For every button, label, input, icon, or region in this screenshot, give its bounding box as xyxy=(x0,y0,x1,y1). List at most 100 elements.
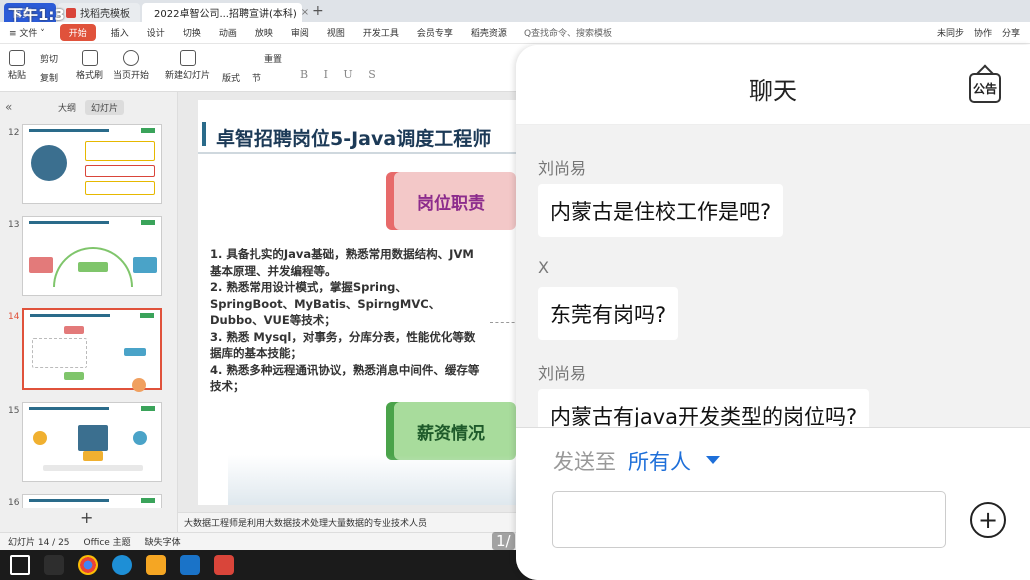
new-slide-label: 新建幻灯片 xyxy=(165,71,211,81)
job-requirements: 1. 具备扎实的Java基础，熟悉常用数据结构、JVM基本原理、并发编程等。 2… xyxy=(210,246,485,395)
docer-icon xyxy=(66,7,76,18)
tab-document-label: 2022卓智公司...招聘宣讲(本科) xyxy=(154,9,297,20)
dropdown-caret-icon[interactable] xyxy=(706,456,720,464)
requirement-item: 3. 熟悉 Mysql，对事务，分库分表，性能优化等数据库的基本技能； xyxy=(210,329,476,361)
thumbnail-number: 12 xyxy=(8,128,20,138)
add-attachment-button[interactable]: + xyxy=(970,502,1006,538)
slide-thumbnail[interactable] xyxy=(22,494,162,508)
search-tool-icon[interactable] xyxy=(146,555,166,575)
collapse-icon[interactable]: « xyxy=(5,100,12,114)
title-bar: 下午1:3 首页 找稻壳模板 2022卓智公司...招聘宣讲(本科) × + xyxy=(0,0,1030,22)
menu-review[interactable]: 审阅 xyxy=(282,26,318,39)
task-view-icon[interactable] xyxy=(44,555,64,575)
slide-title: 卓智招聘岗位5-Java调度工程师 xyxy=(216,128,492,150)
thumbnail-number: 15 xyxy=(8,406,20,416)
wps-icon[interactable] xyxy=(214,555,234,575)
menu-member[interactable]: 会员专享 xyxy=(408,26,462,39)
paste-button[interactable]: 粘贴 xyxy=(8,50,26,81)
paste-icon xyxy=(9,50,25,66)
new-slide-icon xyxy=(179,50,196,66)
announcement-label: 公告 xyxy=(972,81,997,96)
menu-transition[interactable]: 切换 xyxy=(174,26,210,39)
menu-slideshow[interactable]: 放映 xyxy=(246,26,282,39)
meeting-app-icon[interactable] xyxy=(180,555,200,575)
menu-right-group: 未同步 协作 分享 xyxy=(937,26,1030,39)
font-style-buttons[interactable]: B I U S xyxy=(300,68,382,81)
tab-template[interactable]: 找稻壳模板 xyxy=(58,3,140,22)
chat-composer: 发送至 所有人 + xyxy=(516,427,1030,580)
layout-button[interactable]: 版式 xyxy=(222,71,240,84)
job-duty-badge: 岗位职责 xyxy=(386,172,516,230)
menu-file[interactable]: ≡ 文件 ˅ xyxy=(0,26,54,39)
chrome-icon[interactable] xyxy=(78,555,98,575)
message-sender: 刘尚易 xyxy=(538,159,587,178)
message-input[interactable] xyxy=(552,491,946,548)
brush-icon xyxy=(81,50,98,66)
menu-view[interactable]: 视图 xyxy=(318,26,354,39)
paste-label: 粘贴 xyxy=(8,71,27,81)
title-accent-bar xyxy=(202,122,206,146)
collaborate-button[interactable]: 协作 xyxy=(974,26,992,39)
copy-button[interactable]: 复制 xyxy=(40,71,58,84)
slide-counter: 幻灯片 14 / 25 xyxy=(8,538,70,548)
section-button[interactable]: 节 xyxy=(252,71,261,84)
slide-thumbnail[interactable] xyxy=(22,402,162,482)
chat-title: 聊天 xyxy=(749,77,797,105)
salary-label: 薪资情况 xyxy=(417,423,485,444)
salary-badge: 薪资情况 xyxy=(386,402,516,460)
menu-developer[interactable]: 开发工具 xyxy=(354,26,408,39)
tab-slides[interactable]: 幻灯片 xyxy=(85,100,125,115)
current-slide[interactable]: 卓智招聘岗位5-Java调度工程师 岗位职责 1. 具备扎实的Java基础，熟悉… xyxy=(198,100,538,505)
sync-status[interactable]: 未同步 xyxy=(937,26,964,39)
share-button[interactable]: 分享 xyxy=(1002,26,1020,39)
menu-start[interactable]: 开始 xyxy=(59,24,96,41)
menu-docer[interactable]: 稻壳资源 xyxy=(462,26,516,39)
city-skyline-background xyxy=(228,455,528,505)
chat-panel: 聊天 公告 刘尚易 内蒙古是住校工作是吧? X 东莞有岗吗? 刘尚易 内蒙古有j… xyxy=(516,45,1030,580)
message-sender: X xyxy=(538,258,549,277)
menu-design[interactable]: 设计 xyxy=(138,26,174,39)
tab-document[interactable]: 2022卓智公司...招聘宣讲(本科) × xyxy=(142,3,309,22)
thumbnail-number: 16 xyxy=(8,498,20,508)
slide-thumbnail-selected[interactable] xyxy=(22,308,162,392)
missing-font-indicator[interactable]: 缺失字体 xyxy=(145,535,181,548)
new-tab-button[interactable]: + xyxy=(304,3,332,22)
theme-name: Office 主题 xyxy=(83,538,131,548)
windows-start-icon[interactable] xyxy=(10,555,30,575)
menu-bar: ≡ 文件 ˅ 开始 插入 设计 切换 动画 放映 审阅 视图 开发工具 会员专享… xyxy=(0,22,1030,44)
speaker-notes[interactable]: 大数据工程师是利用大数据技术处理大量数据的专业技术人员 xyxy=(178,512,518,532)
reset-button[interactable]: 重置 xyxy=(264,52,282,65)
command-search[interactable]: Q查找命令、搜索模板 xyxy=(516,26,612,39)
menu-insert[interactable]: 插入 xyxy=(102,26,138,39)
format-painter-button[interactable]: 格式刷 xyxy=(76,50,103,81)
play-from-current-label: 当页开始 xyxy=(113,71,150,81)
requirement-item: 1. 具备扎实的Java基础，熟悉常用数据结构、JVM基本原理、并发编程等。 xyxy=(210,247,474,278)
cut-button[interactable]: 剪切 xyxy=(40,52,58,65)
play-from-current-button[interactable]: 当页开始 xyxy=(113,50,149,81)
recipient-selector[interactable]: 所有人 xyxy=(628,446,691,476)
title-divider xyxy=(198,152,538,154)
requirement-item: 2. 熟悉常用设计模式，掌握Spring、SpringBoot、MyBatis、… xyxy=(210,280,441,327)
slide-thumbnail[interactable] xyxy=(22,124,162,204)
message-bubble: 东莞有岗吗? xyxy=(538,287,679,340)
tab-outline[interactable]: 大纲 xyxy=(52,100,82,115)
chat-header: 聊天 公告 xyxy=(516,45,1030,125)
thumbnail-number: 14 xyxy=(8,312,20,322)
send-to-label: 发送至 xyxy=(553,450,616,474)
edge-icon[interactable] xyxy=(112,555,132,575)
message-list[interactable]: 刘尚易 内蒙古是住校工作是吧? X 东莞有岗吗? 刘尚易 内蒙古有java开发类… xyxy=(516,125,1030,427)
status-time: 下午1:3 xyxy=(8,6,65,22)
play-icon xyxy=(123,50,139,66)
slide-panel: « 大纲 幻灯片 12 13 14 15 16 + xyxy=(0,92,178,532)
panel-tabs: « 大纲 幻灯片 xyxy=(0,100,178,116)
add-slide-button[interactable]: + xyxy=(80,508,93,527)
thumbnail-number: 13 xyxy=(8,220,20,230)
announcement-button[interactable]: 公告 xyxy=(969,73,1001,103)
new-slide-button[interactable]: 新建幻灯片 xyxy=(165,50,210,81)
job-duty-label: 岗位职责 xyxy=(417,193,485,214)
menu-animation[interactable]: 动画 xyxy=(210,26,246,39)
slide-thumbnail[interactable] xyxy=(22,216,162,296)
format-painter-label: 格式刷 xyxy=(76,71,104,81)
requirement-item: 4. 熟悉多种远程通讯协议，熟悉消息中间件、缓存等技术； xyxy=(210,362,480,394)
message-bubble: 内蒙古是住校工作是吧? xyxy=(538,184,784,237)
